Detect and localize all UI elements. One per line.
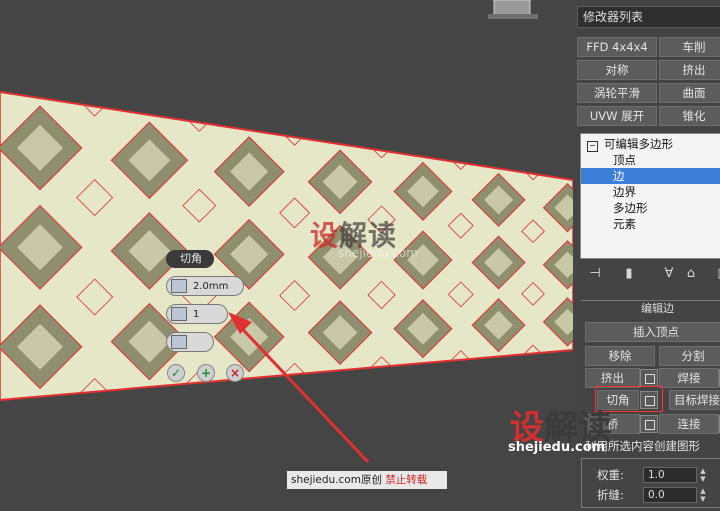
crease-spinner-arrows[interactable]: ▲ ▼ xyxy=(698,487,708,503)
crease-label: 折缝: xyxy=(597,488,624,502)
mesh-band xyxy=(0,91,573,401)
weight-spinner[interactable]: 1.0 xyxy=(643,467,697,483)
caddy-title: 切角 xyxy=(166,250,214,268)
center-watermark-first: 设 xyxy=(310,219,340,252)
modifier-stack[interactable]: − 可编辑多边形 顶点 边 边界 多边形 元素 xyxy=(580,133,720,259)
weld-button[interactable]: 焊接 xyxy=(659,368,719,388)
viewport[interactable]: 切角 2.0mm 1 ✓ + × 设解读 shejiedu.com shejie… xyxy=(0,0,573,511)
collapse-icon[interactable]: − xyxy=(587,141,598,152)
configure-sets-icon[interactable]: ▯ xyxy=(711,264,720,284)
remove-modifier-icon[interactable]: ⌂ xyxy=(681,264,701,284)
modifier-ffd-button[interactable]: FFD 4x4x4 xyxy=(577,37,657,57)
chamfer-segments-field[interactable]: 1 xyxy=(166,304,228,324)
stack-toolbar: ⊣ ▮ ∀ ⌂ ▯ xyxy=(581,262,720,286)
stack-item-vertex[interactable]: 顶点 xyxy=(613,152,636,168)
bridge-settings-button[interactable] xyxy=(640,415,658,433)
chamfer-amount-field[interactable]: 2.0mm xyxy=(166,276,244,296)
make-unique-icon[interactable]: ∀ xyxy=(659,264,679,284)
stack-item-polygon[interactable]: 多边形 xyxy=(613,200,648,216)
modifier-list-dropdown[interactable]: 修改器列表 xyxy=(577,6,720,28)
stack-root-label: 可编辑多边形 xyxy=(604,137,673,151)
chamfer-amount-value: 2.0mm xyxy=(193,280,229,292)
weight-label: 权重: xyxy=(597,468,624,482)
stack-root-editable-poly[interactable]: − 可编辑多边形 xyxy=(587,136,673,152)
credit-forbid: 禁止转载 xyxy=(385,474,428,486)
modifier-uvw-unwrap-button[interactable]: UVW 展开 xyxy=(577,106,657,126)
chamfer-segments-icon xyxy=(171,307,187,321)
apply-button[interactable]: + xyxy=(197,364,215,382)
modifier-symmetry-button[interactable]: 对称 xyxy=(577,60,657,80)
modifier-extrude-button[interactable]: 挤出 xyxy=(659,60,720,80)
show-end-result-icon[interactable]: ▮ xyxy=(619,264,639,284)
open-chamfer-icon xyxy=(171,335,187,349)
rollout-edit-edges-title[interactable]: 编辑边 xyxy=(641,300,674,316)
split-button[interactable]: 分割 xyxy=(659,346,720,366)
extrude-settings-button[interactable] xyxy=(640,369,658,387)
crease-spinner[interactable]: 0.0 xyxy=(643,487,697,503)
weight-spinner-arrows[interactable]: ▲ ▼ xyxy=(698,467,708,483)
stack-item-border[interactable]: 边界 xyxy=(613,184,636,200)
modifier-surface-button[interactable]: 曲面 xyxy=(659,83,720,103)
credit-banner: shejiedu.com原创 禁止转载 xyxy=(287,471,447,489)
insert-vertex-button[interactable]: 插入顶点 xyxy=(585,322,720,342)
pin-stack-icon[interactable]: ⊣ xyxy=(585,264,605,284)
connect-button[interactable]: 连接 xyxy=(659,414,719,434)
modifier-taper-button[interactable]: 锥化 xyxy=(659,106,720,126)
modifier-lathe-button[interactable]: 车削 xyxy=(659,37,720,57)
cancel-button[interactable]: × xyxy=(226,364,244,382)
center-watermark-url: shejiedu.com xyxy=(338,246,418,260)
viewcube-icon[interactable] xyxy=(480,0,540,20)
target-weld-button[interactable]: 目标焊接 xyxy=(669,390,720,410)
stack-item-element[interactable]: 元素 xyxy=(613,216,636,232)
stack-item-edge-label: 边 xyxy=(613,169,625,183)
chamfer-amount-icon xyxy=(171,279,187,293)
lattice-mesh[interactable] xyxy=(0,0,573,511)
extrude-button[interactable]: 挤出 xyxy=(585,368,640,388)
credit-original: 原创 xyxy=(360,474,382,486)
ok-button[interactable]: ✓ xyxy=(167,364,185,382)
right-watermark-url: shejiedu.com xyxy=(508,440,606,455)
credit-site: shejiedu.com xyxy=(291,474,361,486)
modifier-turbosmooth-button[interactable]: 涡轮平滑 xyxy=(577,83,657,103)
remove-button[interactable]: 移除 xyxy=(585,346,655,366)
stack-item-edge[interactable]: 边 xyxy=(581,168,720,184)
chamfer-open-toggle[interactable] xyxy=(166,332,214,352)
chamfer-segments-value: 1 xyxy=(193,308,200,320)
